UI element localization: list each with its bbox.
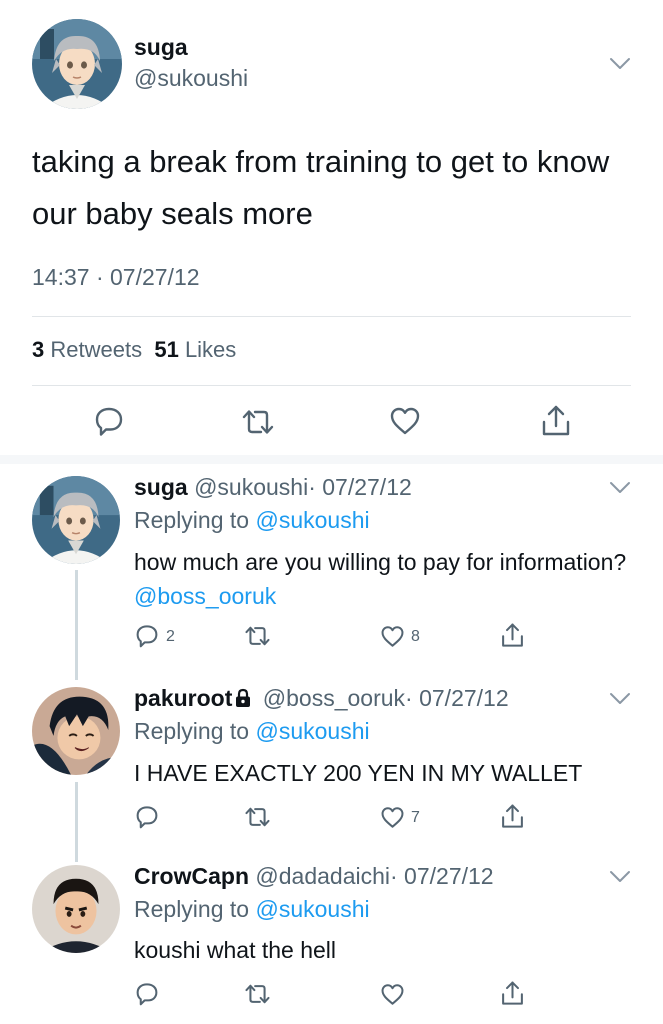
- reply-icon[interactable]: [135, 805, 159, 830]
- section-separator: [0, 455, 663, 464]
- retweet-icon[interactable]: [244, 983, 271, 1005]
- like-count[interactable]: 7: [411, 809, 420, 827]
- lock-icon: [236, 688, 251, 707]
- share-icon[interactable]: [500, 622, 525, 649]
- reply-author-name[interactable]: pakuroot: [134, 685, 232, 711]
- tweet-text: taking a break from training to get to k…: [32, 144, 610, 231]
- author-handle[interactable]: @sukoushi: [134, 65, 248, 92]
- mention-link[interactable]: @boss_ooruk: [134, 583, 276, 609]
- reply-author-name[interactable]: suga: [134, 474, 188, 500]
- avatar[interactable]: [32, 865, 120, 953]
- chevron-down-icon[interactable]: [609, 57, 631, 71]
- chevron-down-icon[interactable]: [609, 692, 631, 706]
- replying-to-link[interactable]: @sukoushi: [255, 718, 369, 744]
- thread-line: [75, 782, 78, 862]
- reply-text: koushi what the hell: [134, 937, 337, 963]
- avatar[interactable]: [32, 476, 120, 564]
- likes-count[interactable]: 51: [154, 337, 178, 362]
- divider: [32, 385, 631, 386]
- reply-icon[interactable]: [135, 624, 159, 649]
- like-icon[interactable]: [389, 406, 421, 436]
- replying-to-label: Replying to: [134, 718, 250, 744]
- reply-count[interactable]: 2: [166, 628, 175, 646]
- replying-to-link[interactable]: @sukoushi: [255, 507, 369, 533]
- reply-author-handle[interactable]: @dadadaichi: [255, 863, 390, 889]
- avatar[interactable]: [32, 19, 122, 109]
- reply-header: suga @sukoushi· 07/27/12: [134, 474, 412, 501]
- like-count[interactable]: 8: [411, 628, 420, 646]
- replying-to: Replying to @sukoushi: [134, 718, 370, 745]
- share-icon[interactable]: [540, 404, 572, 438]
- retweet-icon[interactable]: [244, 625, 271, 647]
- thread-line: [75, 570, 78, 680]
- reply-header: pakuroot @boss_ooruk· 07/27/12: [134, 685, 509, 712]
- replying-to-link[interactable]: @sukoushi: [255, 896, 369, 922]
- reply-icon[interactable]: [135, 982, 159, 1007]
- reply-date[interactable]: · 07/27/12: [405, 685, 509, 711]
- replying-to: Replying to @sukoushi: [134, 896, 370, 923]
- reply-author-handle[interactable]: @boss_ooruk: [263, 685, 405, 711]
- divider: [32, 316, 631, 317]
- retweet-icon[interactable]: [241, 408, 275, 436]
- retweets-count[interactable]: 3: [32, 337, 44, 362]
- reply-icon[interactable]: [94, 406, 124, 438]
- chevron-down-icon[interactable]: [609, 870, 631, 884]
- like-icon[interactable]: [380, 983, 405, 1006]
- like-icon[interactable]: [380, 806, 405, 829]
- retweets-label[interactable]: Retweets: [50, 337, 142, 362]
- retweet-icon[interactable]: [244, 806, 271, 828]
- like-icon[interactable]: [380, 625, 405, 648]
- reply-text: how much are you willing to pay for info…: [134, 545, 634, 613]
- reply-header: CrowCapn @dadadaichi· 07/27/12: [134, 863, 494, 890]
- replying-to-label: Replying to: [134, 507, 250, 533]
- reply-text-body: how much are you willing to pay for info…: [134, 549, 627, 575]
- tweet-timestamp[interactable]: 14:37 · 07/27/12: [32, 264, 200, 291]
- reply-author-name[interactable]: CrowCapn: [134, 863, 249, 889]
- share-icon[interactable]: [500, 980, 525, 1007]
- replying-to: Replying to @sukoushi: [134, 507, 370, 534]
- likes-label[interactable]: Likes: [185, 337, 236, 362]
- reply-date[interactable]: · 07/27/12: [390, 863, 494, 889]
- avatar[interactable]: [32, 687, 120, 775]
- reply-author-handle[interactable]: @sukoushi: [194, 474, 308, 500]
- share-icon[interactable]: [500, 803, 525, 830]
- reply-date[interactable]: · 07/27/12: [308, 474, 412, 500]
- reply-text: I HAVE EXACTLY 200 YEN IN MY WALLET: [134, 760, 583, 786]
- tweet-stats: 3 Retweets 51 Likes: [32, 337, 236, 363]
- author-name[interactable]: suga: [134, 34, 188, 61]
- replying-to-label: Replying to: [134, 896, 250, 922]
- chevron-down-icon[interactable]: [609, 481, 631, 495]
